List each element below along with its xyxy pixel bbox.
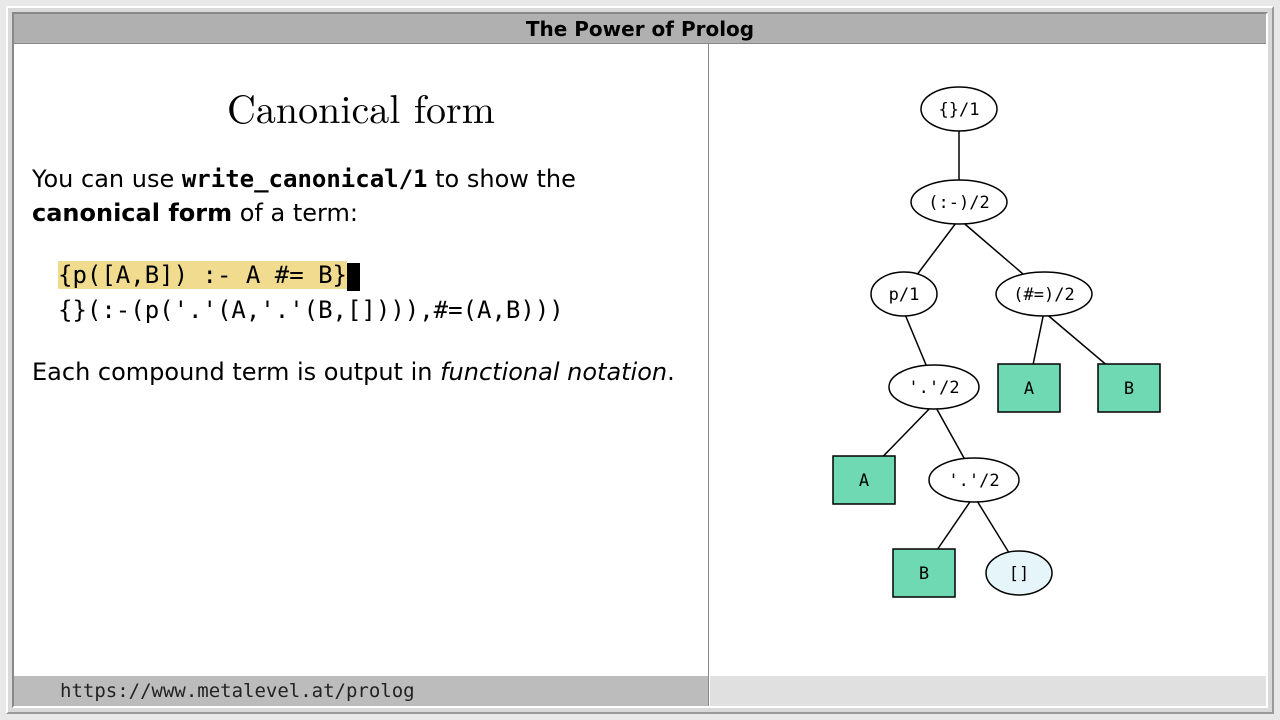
tree-node-label: {}/1 [939,100,980,120]
left-pane: Canonical form You can use write_canonic… [14,44,709,706]
title-bar: The Power of Prolog [14,14,1266,44]
window-title: The Power of Prolog [526,17,754,41]
tree-node-label: (#=)/2 [1013,285,1074,305]
footer-bar-right [710,676,1266,706]
predicate-name: write_canonical/1 [182,165,428,193]
content-area: Canonical form You can use write_canonic… [14,44,1266,706]
emphasis-functional-notation: functional notation [440,358,667,386]
code-block: {p([A,B]) :- A #= B} {}(:-(p('.'(A,'.'(B… [58,258,708,328]
text-fragment: of a term: [232,199,358,227]
emphasis-canonical-form: canonical form [32,199,232,227]
tree-node-label: A [859,471,869,491]
paragraph-2: Each compound term is output in function… [32,356,690,390]
right-pane: {}/1 (:-)/2 p/1 (#=)/2 '.'/2 A [709,44,1266,706]
code-input-line: {p([A,B]) :- A #= B} [58,258,708,293]
tree-node-label: p/1 [889,285,920,305]
text-fragment: . [667,358,675,386]
tree-node-label: B [1124,379,1134,399]
text-fragment: Each compound term is output in [32,358,440,386]
text-fragment: to show the [428,165,576,193]
window-frame-outer: The Power of Prolog Canonical form You c… [6,6,1274,714]
code-input-highlight: {p([A,B]) :- A #= B} [58,261,347,289]
tree-node-label: B [919,564,929,584]
window-frame-inner: The Power of Prolog Canonical form You c… [12,12,1268,708]
page-heading: Canonical form [14,78,708,135]
tree-node-label: '.'/2 [948,471,999,491]
paragraph-1: You can use write_canonical/1 to show th… [32,163,690,230]
term-tree-diagram: {}/1 (:-)/2 p/1 (#=)/2 '.'/2 A [709,44,1269,664]
footer-url: https://www.metalevel.at/prolog [60,680,415,702]
footer-bar: https://www.metalevel.at/prolog [14,676,709,706]
tree-node-label: [] [1009,564,1029,584]
tree-node-label: A [1024,379,1034,399]
tree-node-label: (:-)/2 [928,193,989,213]
tree-node-label: '.'/2 [908,378,959,398]
text-fragment: You can use [32,165,182,193]
code-output-line: {}(:-(p('.'(A,'.'(B,[]))),#=(A,B))) [58,293,708,328]
text-cursor [347,263,360,291]
